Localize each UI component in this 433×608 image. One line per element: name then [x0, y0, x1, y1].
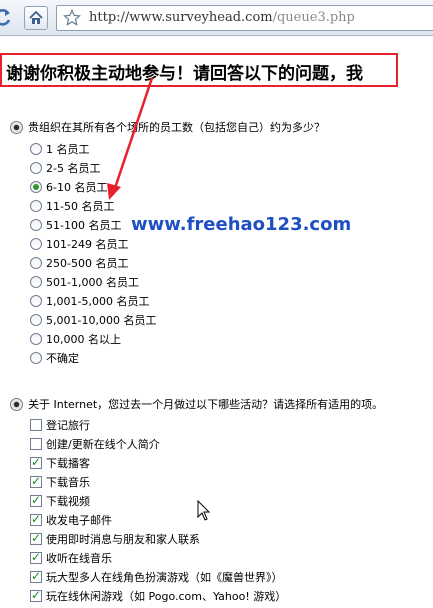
- option-label: 10,000 名以上: [46, 332, 121, 346]
- activity-option[interactable]: 登记旅行: [30, 415, 286, 434]
- option-label: 不确定: [46, 351, 79, 365]
- reload-icon[interactable]: [0, 6, 14, 30]
- activity-option[interactable]: 下载视频: [30, 491, 286, 510]
- radio-button[interactable]: [30, 218, 42, 231]
- address-bar[interactable]: http://www.surveyhead.com/queue3.php: [56, 5, 433, 31]
- option-label: 250-500 名员工: [46, 256, 129, 270]
- option-label: 收发电子邮件: [46, 513, 112, 527]
- option-label: 51-100 名员工: [46, 218, 122, 232]
- activity-option[interactable]: 玩在线休闲游戏（如 Pogo.com、Yahoo! 游戏）: [30, 586, 286, 605]
- activity-option[interactable]: 玩大型多人在线角色扮演游戏（如《魔兽世界》）: [30, 567, 286, 586]
- question-bullet-icon: [10, 120, 23, 134]
- radio-button[interactable]: [30, 294, 42, 307]
- activity-option[interactable]: 下载音乐: [30, 472, 286, 491]
- checkbox[interactable]: [30, 437, 42, 450]
- activity-option[interactable]: 收听在线音乐: [30, 548, 286, 567]
- employee-count-option[interactable]: 10,000 名以上: [30, 329, 156, 348]
- radio-button[interactable]: [30, 275, 42, 288]
- option-label: 2-5 名员工: [46, 161, 101, 175]
- activity-option[interactable]: 创建/更新在线个人简介: [30, 434, 286, 453]
- question-1: 贵组织在其所有各个场所的员工数（包括您自己）约为多少？: [10, 119, 325, 135]
- option-label: 501-1,000 名员工: [46, 275, 139, 289]
- option-label: 玩大型多人在线角色扮演游戏（如《魔兽世界》）: [46, 570, 283, 584]
- checkbox[interactable]: [30, 455, 42, 469]
- employee-count-option[interactable]: 101-249 名员工: [30, 234, 156, 253]
- option-label: 使用即时消息与朋友和家人联系: [46, 532, 200, 546]
- url-host: http://www.surveyhead.com: [89, 10, 273, 25]
- radio-button[interactable]: [30, 256, 42, 269]
- question-2-text: 关于 Internet，您过去一个月做过以下哪些活动？请选择所有适用的项。: [28, 398, 384, 411]
- option-label: 下载播客: [46, 456, 90, 470]
- option-label: 下载音乐: [46, 475, 90, 489]
- question-2: 关于 Internet，您过去一个月做过以下哪些活动？请选择所有适用的项。: [10, 396, 383, 412]
- radio-button[interactable]: [30, 237, 42, 250]
- watermark-text: www.freehao123.com: [131, 214, 352, 235]
- checkbox[interactable]: [30, 569, 42, 583]
- option-label: 收听在线音乐: [46, 551, 112, 565]
- employee-count-option[interactable]: 250-500 名员工: [30, 253, 156, 272]
- question-1-options: 1 名员工 2-5 名员工 6-10 名员工 11-50 名员工 51-100 名员工 1…: [30, 139, 156, 367]
- option-label: 创建/更新在线个人简介: [46, 437, 160, 451]
- checkbox[interactable]: [30, 588, 42, 602]
- employee-count-option[interactable]: 1,001-5,000 名员工: [30, 291, 156, 310]
- bookmark-star-icon[interactable]: [63, 9, 81, 27]
- activity-option[interactable]: 收发电子邮件: [30, 510, 286, 529]
- home-icon: [29, 10, 43, 24]
- option-label: 1,001-5,000 名员工: [46, 294, 150, 308]
- radio-button[interactable]: [30, 332, 42, 345]
- page-header: 谢谢你积极主动地参与！请回答以下的问题，我: [0, 36, 433, 96]
- url-path: /queue3.php: [272, 10, 355, 25]
- radio-button[interactable]: [30, 180, 42, 193]
- red-highlight-box: [0, 53, 398, 87]
- radio-button[interactable]: [30, 199, 42, 212]
- employee-count-option[interactable]: 501-1,000 名员工: [30, 272, 156, 291]
- browser-toolbar: http://www.surveyhead.com/queue3.php: [0, 0, 433, 36]
- employee-count-option[interactable]: 6-10 名员工: [30, 177, 156, 196]
- checkbox[interactable]: [30, 531, 42, 545]
- url-text[interactable]: http://www.surveyhead.com/queue3.php: [89, 10, 355, 25]
- radio-button[interactable]: [30, 351, 42, 364]
- question-1-text: 贵组织在其所有各个场所的员工数（包括您自己）约为多少？: [28, 121, 325, 134]
- employee-count-option[interactable]: 5,001-10,000 名员工: [30, 310, 156, 329]
- employee-count-option[interactable]: 1 名员工: [30, 139, 156, 158]
- radio-button[interactable]: [30, 142, 42, 155]
- checkbox[interactable]: [30, 550, 42, 564]
- home-button[interactable]: [24, 6, 48, 30]
- option-label: 1 名员工: [46, 142, 90, 156]
- checkbox[interactable]: [30, 512, 42, 526]
- option-label: 下载视频: [46, 494, 90, 508]
- radio-button[interactable]: [30, 161, 42, 174]
- employee-count-option[interactable]: 不确定: [30, 348, 156, 367]
- checkbox[interactable]: [30, 474, 42, 488]
- question-bullet-icon: [10, 397, 23, 411]
- option-label: 11-50 名员工: [46, 199, 115, 213]
- activity-option[interactable]: 下载播客: [30, 453, 286, 472]
- option-label: 5,001-10,000 名员工: [46, 313, 157, 327]
- checkbox[interactable]: [30, 493, 42, 507]
- employee-count-option[interactable]: 2-5 名员工: [30, 158, 156, 177]
- employee-count-option[interactable]: 11-50 名员工: [30, 196, 156, 215]
- question-2-options: 登记旅行创建/更新在线个人简介下载播客下载音乐下载视频收发电子邮件使用即时消息与…: [30, 415, 286, 605]
- option-label: 6-10 名员工: [46, 180, 108, 194]
- activity-option[interactable]: 使用即时消息与朋友和家人联系: [30, 529, 286, 548]
- mouse-cursor-icon: [197, 500, 211, 521]
- radio-button[interactable]: [30, 313, 42, 326]
- option-label: 登记旅行: [46, 418, 90, 432]
- option-label: 101-249 名员工: [46, 237, 129, 251]
- option-label: 玩在线休闲游戏（如 Pogo.com、Yahoo! 游戏）: [46, 589, 287, 603]
- checkbox[interactable]: [30, 418, 42, 431]
